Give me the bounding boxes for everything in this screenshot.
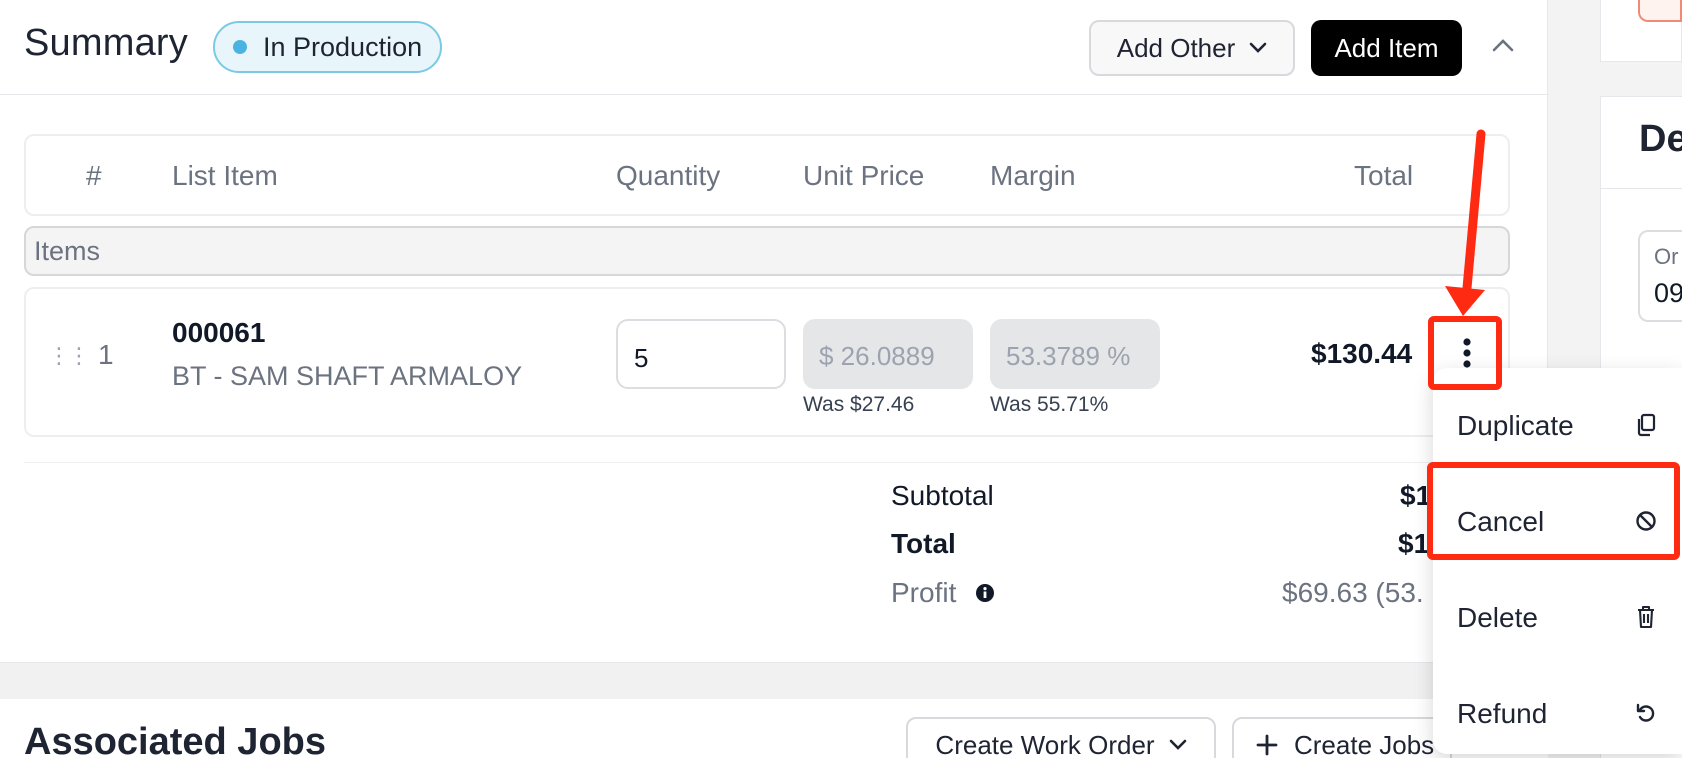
menu-item-label: Delete — [1457, 602, 1538, 633]
info-icon[interactable] — [975, 583, 995, 603]
unit-price-field: $ 26.0889 — [803, 319, 973, 389]
items-group-header: Items — [24, 226, 1510, 276]
menu-item-label: Cancel — [1457, 506, 1545, 537]
row-actions-menu: Duplicate Cancel Delete Refund — [1433, 368, 1682, 754]
side-divider — [1600, 188, 1682, 189]
create-jobs-button[interactable]: Create Jobs — [1232, 717, 1452, 758]
menu-item-label: Refund — [1457, 698, 1548, 729]
status-badge: In Production — [213, 21, 443, 73]
create-work-order-button[interactable]: Create Work Order — [906, 717, 1216, 758]
margin-field: 53.3789 % — [990, 319, 1160, 389]
add-item-button[interactable]: Add Item — [1311, 20, 1462, 76]
subtotal-value: $1 — [1400, 480, 1432, 511]
create-jobs-label: Create Jobs — [1294, 729, 1435, 758]
side-field-label: Or — [1654, 244, 1679, 269]
menu-item-label: Duplicate — [1457, 410, 1574, 441]
undo-icon — [1633, 698, 1659, 728]
column-header-unit-price: Unit Price — [803, 160, 925, 191]
side-order-field[interactable]: Or 09 — [1638, 230, 1682, 322]
profit-label: Profit — [891, 577, 957, 608]
subtotal-label: Subtotal — [891, 480, 994, 511]
summary-card: Summary In Production Add Other Add Item… — [0, 0, 1548, 663]
total-label: Total — [891, 528, 956, 559]
menu-item-duplicate[interactable]: Duplicate — [1433, 386, 1682, 466]
menu-item-refund[interactable]: Refund — [1433, 674, 1682, 754]
add-other-button[interactable]: Add Other — [1089, 20, 1295, 76]
status-label: In Production — [263, 31, 423, 62]
copy-icon — [1633, 410, 1659, 440]
quantity-input[interactable]: 5 — [616, 319, 786, 389]
column-header-list-item: List Item — [172, 160, 278, 191]
status-dot-icon — [233, 40, 247, 54]
ban-icon — [1633, 506, 1659, 536]
side-details-heading: De — [1639, 118, 1682, 160]
item-description: BT - SAM SHAFT ARMALOY — [172, 361, 523, 391]
column-header-number: # — [86, 160, 102, 191]
previous-margin: Was 55.71% — [990, 393, 1109, 416]
column-header-total: Total — [1354, 160, 1414, 191]
trash-icon — [1633, 602, 1659, 632]
menu-item-cancel[interactable]: Cancel — [1433, 482, 1682, 562]
table-header: # List Item Quantity Unit Price Margin T… — [24, 134, 1510, 216]
row-number: 1 — [98, 339, 114, 370]
associated-jobs-card: Associated Jobs Create Work Order Create… — [0, 699, 1548, 758]
profit-value: $69.63 (53. — [1282, 577, 1424, 608]
side-field-value: 09 — [1654, 278, 1682, 308]
page-title: Summary — [24, 22, 188, 64]
chevron-down-icon — [1169, 739, 1186, 750]
summary-header: Summary In Production Add Other Add Item — [0, 0, 1548, 95]
totals-divider — [24, 462, 1510, 463]
column-header-quantity: Quantity — [616, 160, 721, 191]
total-value: $1 — [1398, 528, 1430, 559]
previous-price: Was $27.46 — [803, 393, 915, 416]
menu-item-delete[interactable]: Delete — [1433, 578, 1682, 658]
card-gap — [0, 663, 1548, 699]
associated-jobs-title: Associated Jobs — [24, 721, 326, 758]
drag-handle-icon[interactable]: ⋮⋮ — [48, 343, 90, 369]
table-row: ⋮⋮ 1 000061 BT - SAM SHAFT ARMALOY 5 $ 2… — [24, 287, 1510, 437]
column-header-margin: Margin — [990, 160, 1076, 191]
create-work-order-label: Create Work Order — [935, 729, 1155, 758]
chevron-down-icon — [1249, 42, 1267, 53]
side-alert-button[interactable] — [1638, 0, 1682, 22]
item-code: 000061 — [172, 317, 266, 348]
add-other-label: Add Other — [1116, 32, 1236, 63]
collapse-chevron-up-icon[interactable] — [1486, 28, 1520, 62]
row-total: $130.44 — [1311, 338, 1413, 369]
plus-icon — [1256, 734, 1278, 756]
